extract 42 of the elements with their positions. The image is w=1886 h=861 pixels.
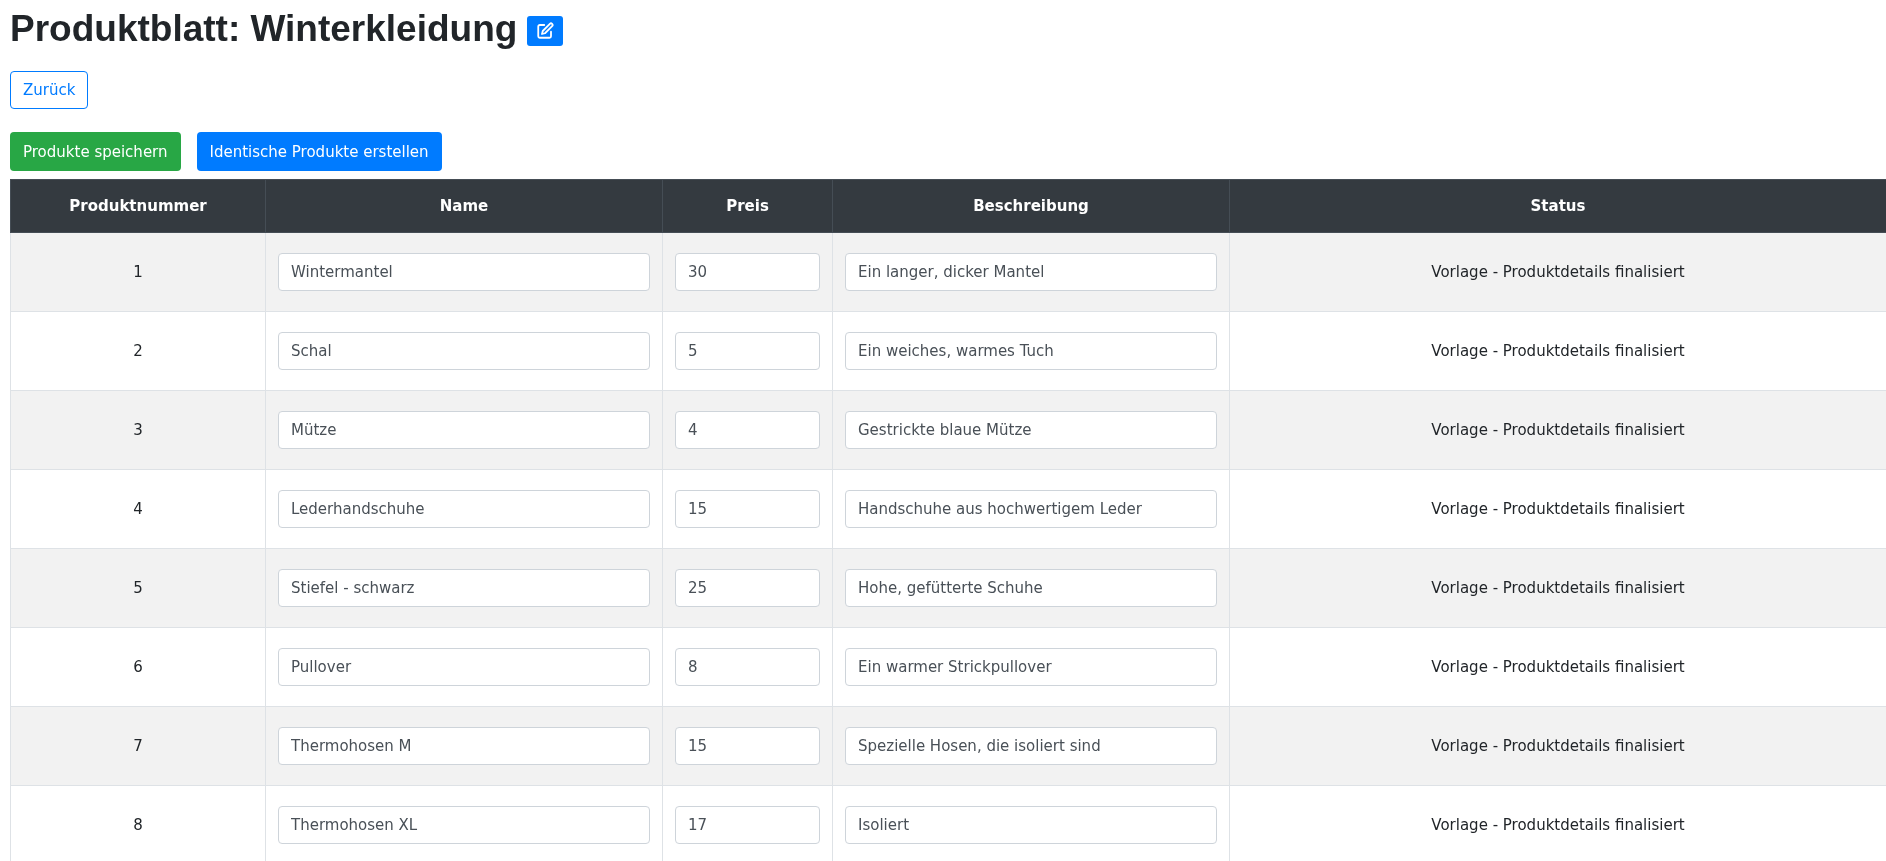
action-button[interactable]: Identische Produkte erstellen <box>196 132 442 171</box>
edit-button[interactable] <box>527 16 564 46</box>
column-header: Beschreibung <box>832 179 1230 233</box>
product-number-cell: 5 <box>10 548 266 628</box>
column-header: Preis <box>662 179 833 233</box>
description-field[interactable]: Spezielle Hosen, die isoliert sind <box>845 727 1217 765</box>
back-button[interactable]: Zurück <box>10 71 89 109</box>
price-field[interactable]: 15 <box>675 490 820 528</box>
name-field[interactable]: Schal <box>278 332 650 370</box>
product-number-cell: 8 <box>10 785 266 861</box>
price-field[interactable]: 4 <box>675 411 820 449</box>
description-field[interactable]: Ein weiches, warmes Tuch <box>845 332 1217 370</box>
description-field[interactable]: Hohe, gefütterte Schuhe <box>845 569 1217 607</box>
price-field[interactable]: 5 <box>675 332 820 370</box>
product-number-cell: 4 <box>10 469 266 549</box>
description-field[interactable]: Gestrickte blaue Mütze <box>845 411 1217 449</box>
edit-icon <box>536 22 555 40</box>
name-field[interactable]: Pullover <box>278 648 650 686</box>
price-field[interactable]: 30 <box>675 253 820 291</box>
product-number-cell: 2 <box>10 311 266 391</box>
name-field[interactable]: Thermohosen XL <box>278 806 650 844</box>
column-header: Produktnummer <box>10 179 266 233</box>
product-number-cell: 7 <box>10 706 266 786</box>
description-field[interactable]: Ein warmer Strickpullover <box>845 648 1217 686</box>
price-field[interactable]: 8 <box>675 648 820 686</box>
name-field[interactable]: Lederhandschuhe <box>278 490 650 528</box>
description-field[interactable]: Ein langer, dicker Mantel <box>845 253 1217 291</box>
price-field[interactable]: 17 <box>675 806 820 844</box>
description-field[interactable]: Handschuhe aus hochwertigem Leder <box>845 490 1217 528</box>
name-field[interactable]: Mütze <box>278 411 650 449</box>
product-number-cell: 6 <box>10 627 266 707</box>
product-number-cell: 3 <box>10 390 266 470</box>
name-field[interactable]: Thermohosen M <box>278 727 650 765</box>
description-field[interactable]: Isoliert <box>845 806 1217 844</box>
page-title: Produktblatt: Winterkleidung <box>10 8 518 50</box>
column-header: Name <box>265 179 663 233</box>
product-number-cell: 1 <box>10 232 266 312</box>
name-field[interactable]: Wintermantel <box>278 253 650 291</box>
name-field[interactable]: Stiefel - schwarz <box>278 569 650 607</box>
column-header: Status <box>1229 179 1886 233</box>
price-field[interactable]: 25 <box>675 569 820 607</box>
price-field[interactable]: 15 <box>675 727 820 765</box>
